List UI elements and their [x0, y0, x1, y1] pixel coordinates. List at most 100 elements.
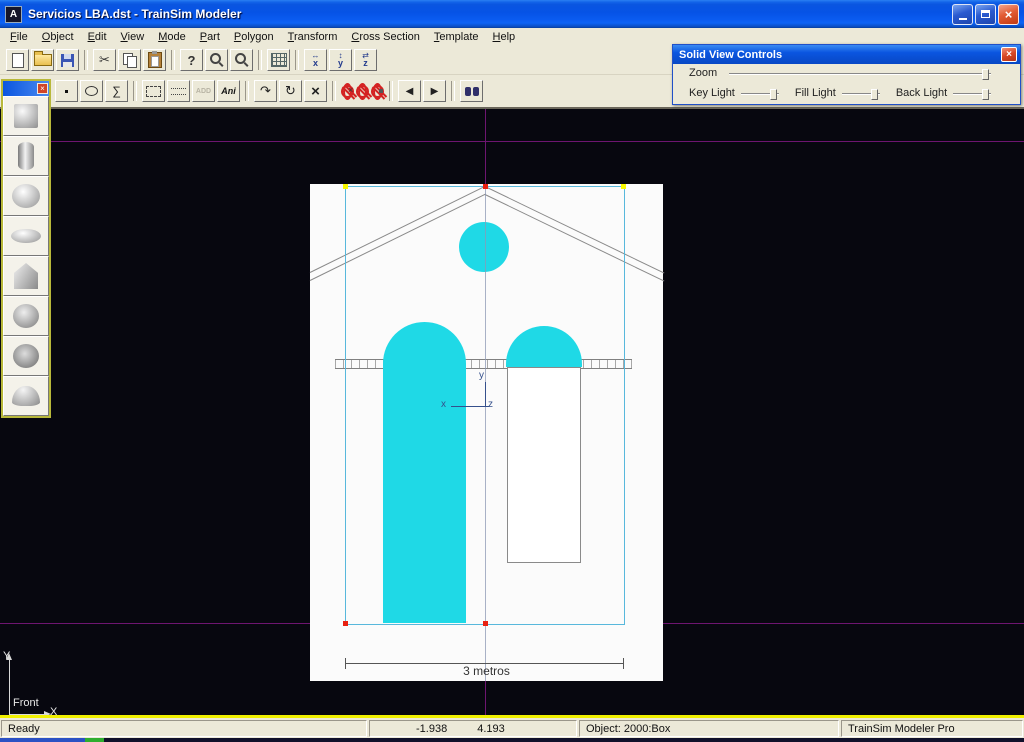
shape-toolbox-titlebar[interactable]: ×: [3, 81, 49, 96]
toolbar-separator: [295, 50, 299, 70]
hide-dot-button[interactable]: [371, 85, 384, 98]
fill-light-slider[interactable]: [842, 86, 880, 99]
slider-thumb[interactable]: [982, 69, 989, 80]
box-shape-button[interactable]: [3, 96, 49, 136]
arc-arrow-button[interactable]: [254, 80, 277, 102]
axis-y-button[interactable]: [329, 49, 352, 71]
menu-item-polygon[interactable]: Polygon: [227, 30, 281, 44]
marquee-button[interactable]: [142, 80, 165, 102]
menu-item-part[interactable]: Part: [193, 30, 227, 44]
new-button[interactable]: [6, 49, 29, 71]
key-light-slider[interactable]: [741, 86, 779, 99]
solid-view-controls-palette[interactable]: Solid View Controls × Zoom Key LightFill…: [672, 44, 1021, 105]
paste-button[interactable]: [143, 49, 166, 71]
cylinder-shape-button[interactable]: [3, 136, 49, 176]
zoom-out-button[interactable]: [230, 49, 253, 71]
palette-body: Zoom Key LightFill LightBack Light: [673, 64, 1020, 104]
ellipse-button[interactable]: [80, 80, 103, 102]
modeling-canvas[interactable]: 3 metros y x z Y Front X: [0, 107, 1024, 718]
menu-item-object[interactable]: Object: [35, 30, 81, 44]
rotate-icon: [285, 83, 296, 99]
maximize-button[interactable]: [975, 4, 996, 25]
arch-shape-button[interactable]: [3, 256, 49, 296]
minimize-button[interactable]: [952, 4, 973, 25]
animation-button[interactable]: [217, 80, 240, 102]
axis-x-icon: [312, 52, 320, 68]
shape-toolbox[interactable]: ×: [1, 79, 51, 418]
window-controls: ×: [952, 4, 1019, 25]
zoom-in-button[interactable]: [205, 49, 228, 71]
point-button[interactable]: [55, 80, 78, 102]
menu-item-cross-section[interactable]: Cross Section: [344, 30, 426, 44]
zoom-slider[interactable]: [729, 66, 991, 80]
axis-z-button[interactable]: [354, 49, 377, 71]
save-button[interactable]: [56, 49, 79, 71]
app-icon: A: [5, 6, 22, 23]
selection-handle[interactable]: [343, 621, 348, 626]
measure-button[interactable]: [167, 80, 190, 102]
key-light-label: Key Light: [689, 87, 735, 99]
slider-thumb[interactable]: [982, 89, 989, 100]
slider-thumb[interactable]: [770, 89, 777, 100]
view-axis-y-line: [9, 660, 10, 715]
menu-item-file[interactable]: File: [3, 30, 35, 44]
selection-handle[interactable]: [483, 184, 488, 189]
prev-button[interactable]: [398, 80, 421, 102]
open-button[interactable]: [31, 49, 54, 71]
back-light-slider[interactable]: [953, 86, 991, 99]
palette-light-row: Key LightFill LightBack Light: [673, 86, 1020, 99]
rotate-button[interactable]: [279, 80, 302, 102]
hide-circle-button[interactable]: [356, 85, 369, 98]
disc-shape-button[interactable]: [3, 216, 49, 256]
selection-handle[interactable]: [343, 184, 348, 189]
close-button[interactable]: ×: [998, 4, 1019, 25]
add-button[interactable]: [192, 80, 215, 102]
find-button[interactable]: [460, 80, 483, 102]
origin-z-label: z: [488, 399, 493, 410]
dome-shape-button[interactable]: [3, 376, 49, 416]
coordinate-y-value: 4.193: [477, 723, 505, 735]
sigma-button[interactable]: [105, 80, 128, 102]
cut-button[interactable]: [93, 49, 116, 71]
copy-icon: [123, 53, 137, 67]
menu-item-template[interactable]: Template: [427, 30, 486, 44]
status-selected-object: Object: 2000:Box: [579, 720, 839, 737]
toolbar-separator: [332, 81, 336, 101]
palette-titlebar[interactable]: Solid View Controls ×: [673, 45, 1020, 64]
sphere-shape-button[interactable]: [3, 176, 49, 216]
origin-x-label: x: [441, 399, 446, 410]
toolbar-separator: [258, 50, 262, 70]
next-button[interactable]: [423, 80, 446, 102]
rough-sphere-shape-button[interactable]: [3, 296, 49, 336]
dark-sphere-shape-icon: [13, 344, 39, 368]
hide-x-icon: [343, 83, 352, 100]
dark-sphere-shape-button[interactable]: [3, 336, 49, 376]
menu-item-mode[interactable]: Mode: [151, 30, 193, 44]
help-button[interactable]: [180, 49, 203, 71]
grid-button[interactable]: [267, 49, 290, 71]
toolbar-separator: [84, 50, 88, 70]
grid-line-vertical-overlay: [485, 184, 486, 681]
find-icon: [464, 86, 480, 97]
slider-track: [729, 73, 991, 75]
copy-button[interactable]: [118, 49, 141, 71]
view-axis-up-arrow-icon: [6, 653, 12, 660]
slider-thumb[interactable]: [871, 89, 878, 100]
menu-item-edit[interactable]: Edit: [81, 30, 114, 44]
palette-close-icon[interactable]: ×: [1001, 47, 1017, 62]
status-message: Ready: [1, 720, 367, 737]
menu-item-transform[interactable]: Transform: [281, 30, 345, 44]
arc-arrow-icon: [260, 83, 271, 99]
title-bar[interactable]: A Servicios LBA.dst - TrainSim Modeler ×: [0, 0, 1024, 28]
selection-handle[interactable]: [483, 621, 488, 626]
axis-x-button[interactable]: [304, 49, 327, 71]
hide-x-button[interactable]: [341, 85, 354, 98]
view-axis-x-line: [10, 714, 44, 715]
toolbox-close-icon[interactable]: ×: [37, 83, 48, 94]
scale-button[interactable]: [304, 80, 327, 102]
selection-handle[interactable]: [621, 184, 626, 189]
view-name-label: Front: [13, 697, 39, 709]
add-icon: [196, 88, 211, 95]
menu-item-help[interactable]: Help: [486, 30, 523, 44]
menu-item-view[interactable]: View: [114, 30, 152, 44]
